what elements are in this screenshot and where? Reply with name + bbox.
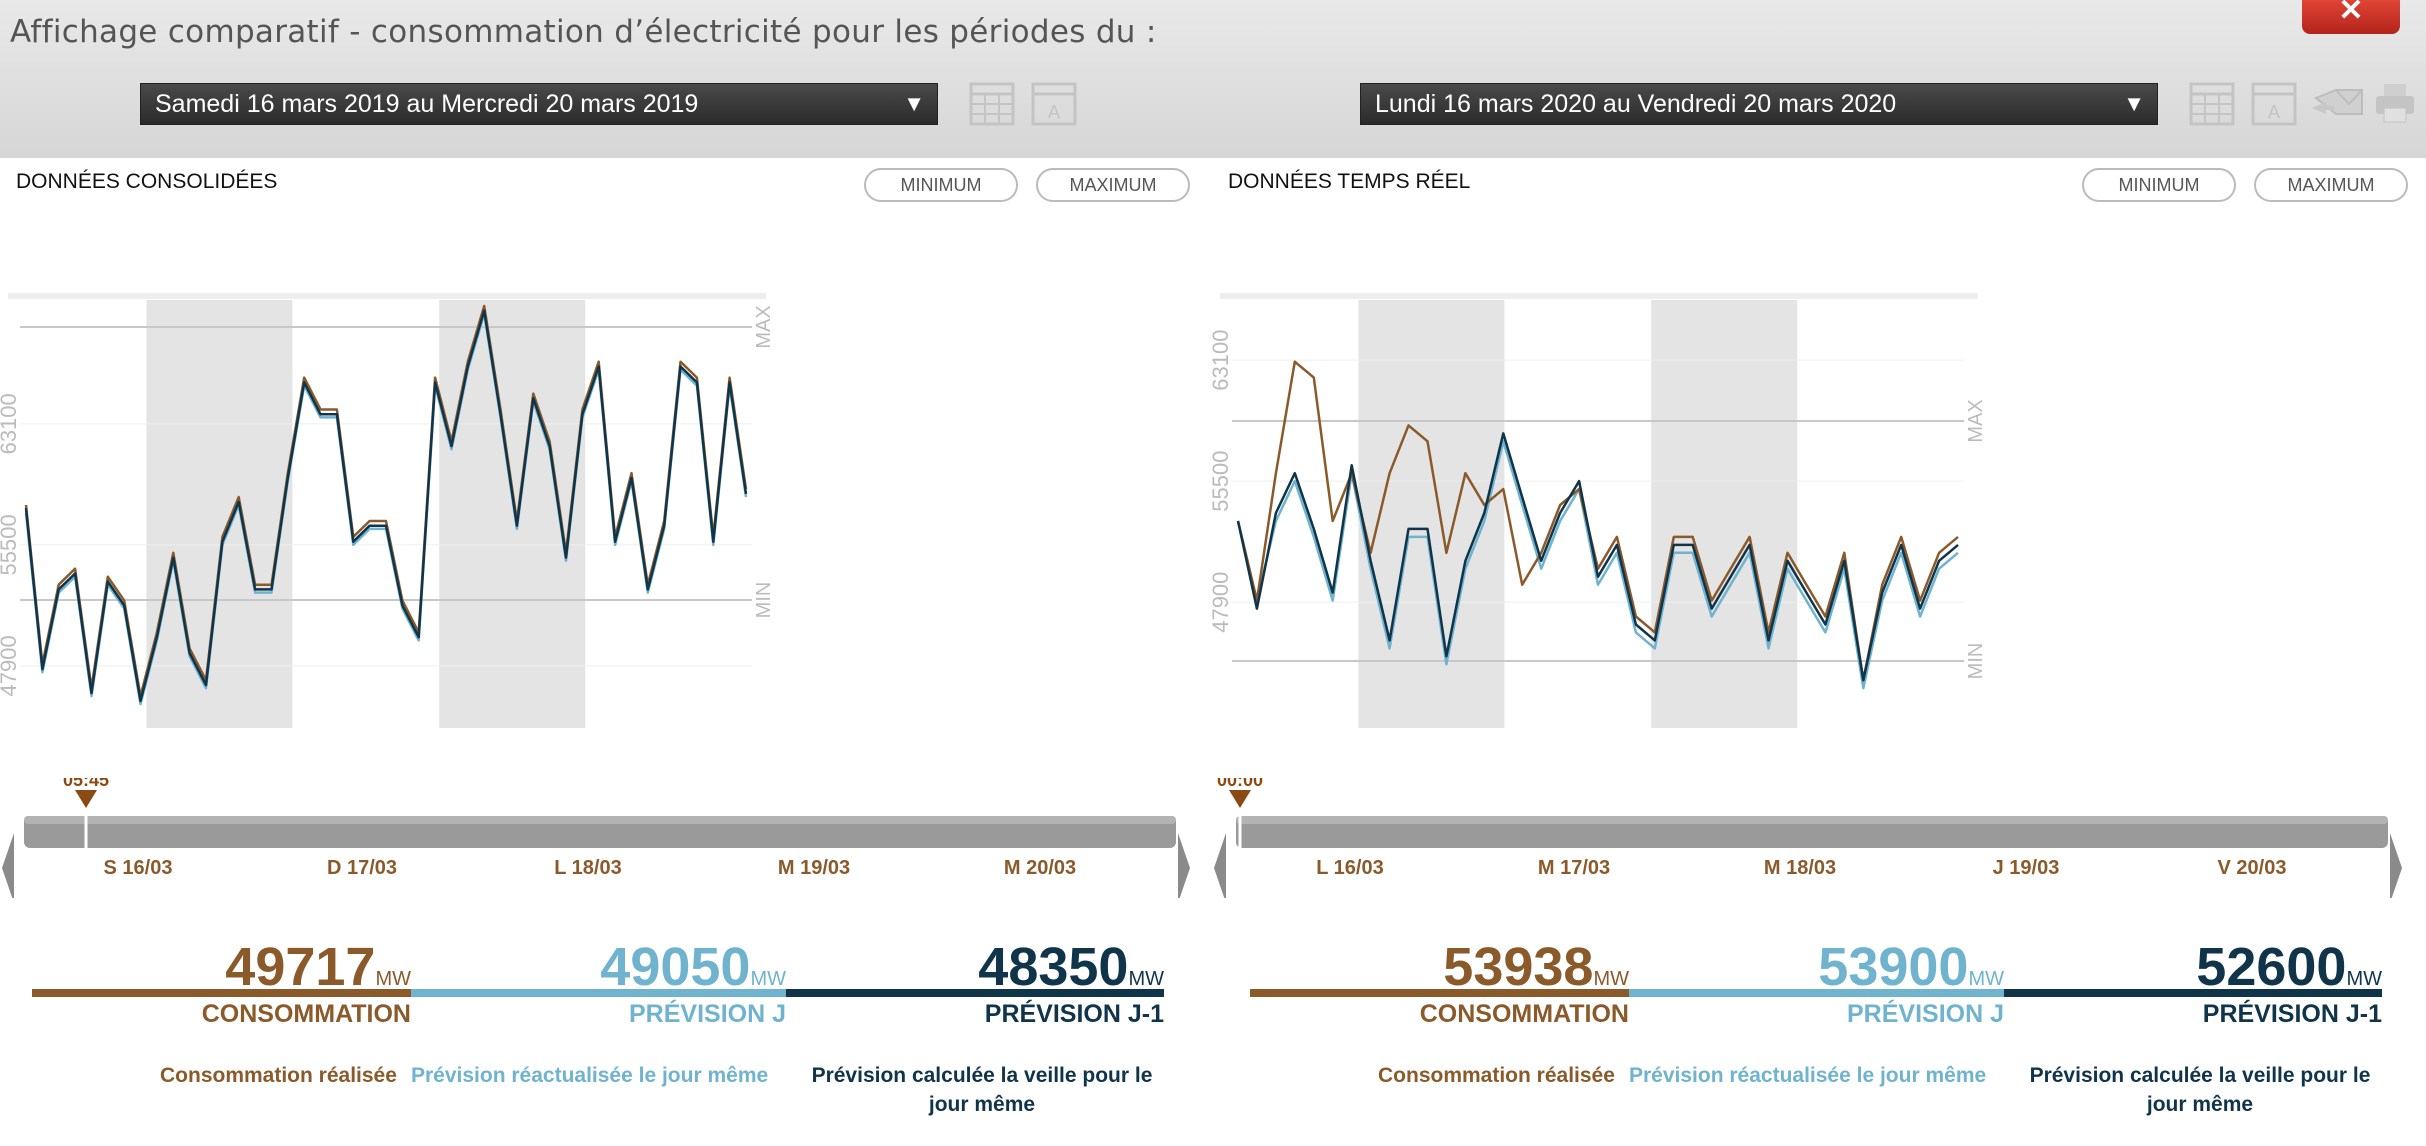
day-shade [1651,300,1798,728]
minimum-button[interactable]: MINIMUM [864,168,1018,202]
close-button[interactable]: ✕ [2302,0,2400,34]
max-tag: MAX [753,305,775,348]
day-label: L 16/03 [1316,857,1383,879]
prevision-j-description: Prévision réactualisée le jour même [1629,1064,1987,1087]
prevision-j-description: Prévision réactualisée le jour même [411,1064,769,1087]
period-select-right[interactable]: Lundi 16 mars 2020 au Vendredi 20 mars 2… [1360,83,2158,125]
series-line-consommation [1236,360,1959,682]
y-tick-label: 63100 [0,393,21,454]
email-icon[interactable] [2310,78,2366,128]
chart-top-band [1220,293,1978,299]
svg-text:A: A [1048,102,1061,123]
calendar-a-icon[interactable]: A [1030,78,1080,128]
prevision-j1-label: PRÉVISION J-1 [984,1000,1164,1028]
y-tick-label: 55500 [0,514,21,575]
timeline-track-highlight [1236,816,2388,824]
series-line-pr-vision-j-1 [1236,432,1959,682]
y-tick-label: 55500 [1212,451,1233,512]
calendar-icon[interactable] [968,78,1018,128]
min-tag: MIN [753,582,775,619]
marker-time: 00:00 [1217,778,1263,790]
timeline-slider[interactable]: 05:45 S 16/03 D 17/03 L 18/03 M 19/03 M 20/03 [0,778,1208,898]
maximum-button[interactable]: MAXIMUM [1036,168,1190,202]
chart-top-band [8,293,766,299]
calendar-a-icon[interactable]: A [2250,78,2300,128]
chevron-down-icon: ▼ [2123,91,2145,116]
prevision-j1-label: PRÉVISION J-1 [2202,1000,2382,1028]
marker-triangle-icon [1229,790,1251,808]
panel-title: DONNÉES CONSOLIDÉES [16,170,278,193]
day-label: J 19/03 [1993,857,2060,879]
prevision-j1-value: 52600MW [2196,937,2382,997]
maximum-button[interactable]: MAXIMUM [2254,168,2408,202]
consommation-description: Consommation réalisée [160,1064,397,1087]
consommation-value: 53938MW [1443,937,1629,997]
consommation-description: Consommation réalisée [1378,1064,1615,1087]
prevision-j-label: PRÉVISION J [629,1000,786,1028]
day-shade [439,300,586,728]
svg-text:A: A [2268,102,2281,123]
panel-title: DONNÉES TEMPS RÉEL [1228,170,1471,193]
min-tag: MIN [1965,643,1987,680]
window-header: Affichage comparatif - consommation d’él… [0,0,2426,158]
y-tick-label: 47900 [1212,572,1233,633]
calendar-icon[interactable] [2188,78,2238,128]
consommation-value: 49717MW [225,937,411,997]
prevision-j1-value: 48350MW [978,937,1164,997]
y-tick-label: 47900 [0,635,21,696]
prevision-j1-description: Prévision calculée la veille pour le jou… [811,1064,1153,1116]
scroll-right-icon [2390,833,2402,898]
day-label: M 19/03 [778,857,850,879]
consumption-chart: 63100 55500 47900 MAX MIN [1212,293,1987,728]
day-label: L 18/03 [554,857,621,879]
series-line-pr-vision-j-1 [24,309,748,703]
marker-triangle-icon [75,790,97,808]
prevision-j1-description: Prévision calculée la veille pour le jou… [2029,1064,2371,1116]
marker-time: 05:45 [63,778,109,790]
period-select-right-value: Lundi 16 mars 2020 au Vendredi 20 mars 2… [1375,90,1897,118]
period-select-left[interactable]: Samedi 16 mars 2019 au Mercredi 20 mars … [140,83,938,125]
consumption-chart: 63100 55500 47900 MAX MIN [0,293,775,728]
minimum-button[interactable]: MINIMUM [2082,168,2236,202]
day-shade [146,300,293,728]
y-tick-label: 63100 [1212,330,1233,391]
scroll-right-icon [1178,833,1190,898]
day-label: M 20/03 [1004,857,1076,879]
panel-right: DONNÉES TEMPS RÉEL MINIMUM MAXIMUM 63100… [1212,158,2420,1146]
series-line-pr-vision-j [24,312,748,706]
day-label: S 16/03 [104,857,173,879]
period-select-left-value: Samedi 16 mars 2019 au Mercredi 20 mars … [155,90,699,118]
day-label: M 17/03 [1538,857,1610,879]
panel-left: DONNÉES CONSOLIDÉES MINIMUM MAXIMUM 6310… [0,158,1208,1146]
prevision-j-label: PRÉVISION J [1847,1000,2004,1028]
day-label: V 20/03 [2218,857,2287,879]
scroll-left-icon [2,833,14,898]
timeline-slider[interactable]: 00:00 L 16/03 M 17/03 M 18/03 J 19/03 V 20/03 [1212,778,2420,898]
print-icon[interactable] [2372,78,2418,128]
timeline-track-highlight [24,816,1176,824]
max-tag: MAX [1965,399,1987,442]
consommation-label: CONSOMMATION [201,1000,411,1028]
prevision-j-value: 53900MW [1818,937,2004,997]
prevision-j-value: 49050MW [600,937,786,997]
scroll-left-icon [1214,833,1226,898]
page-title: Affichage comparatif - consommation d’él… [10,14,1157,50]
day-label: D 17/03 [327,857,397,879]
day-label: M 18/03 [1764,857,1836,879]
chevron-down-icon: ▼ [903,91,925,116]
consommation-label: CONSOMMATION [1419,1000,1629,1028]
series-line-consommation [24,304,748,698]
